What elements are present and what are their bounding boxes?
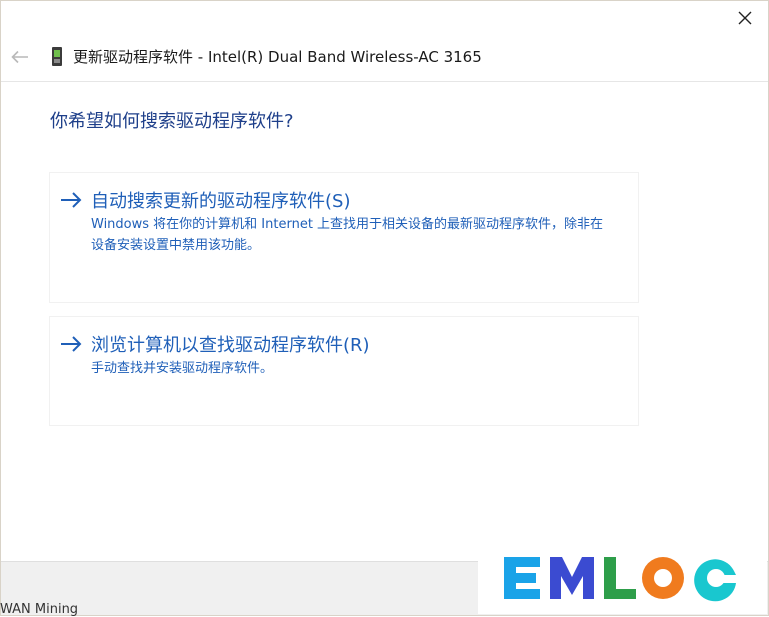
close-button[interactable] <box>734 7 756 29</box>
update-driver-dialog: 更新驱动程序软件 - Intel(R) Dual Band Wireless-A… <box>0 0 769 616</box>
browse-computer-option[interactable]: 浏览计算机以查找驱动程序软件(R) 手动查找并安装驱动程序软件。 <box>49 316 639 426</box>
option-title: 浏览计算机以查找驱动程序软件(R) <box>91 335 370 356</box>
back-button[interactable] <box>10 47 30 67</box>
arrow-right-icon <box>61 336 82 352</box>
option-description: 手动查找并安装驱动程序软件。 <box>91 361 274 376</box>
auto-search-option[interactable]: 自动搜索更新的驱动程序软件(S) Windows 将在你的计算机和 Intern… <box>49 172 639 303</box>
arrow-right-icon <box>61 192 82 208</box>
dialog-header: 更新驱动程序软件 - Intel(R) Dual Band Wireless-A… <box>1 37 768 82</box>
emlog-watermark <box>478 548 767 614</box>
window-title: 更新驱动程序软件 - Intel(R) Dual Band Wireless-A… <box>73 48 482 66</box>
back-arrow-icon <box>11 50 28 64</box>
close-icon <box>738 11 752 25</box>
option-description: Windows 将在你的计算机和 Internet 上查找用于相关设备的最新驱动… <box>91 217 604 253</box>
background-window-text: WAN Mining <box>0 602 79 617</box>
emlog-logo-icon <box>504 557 736 602</box>
option-title: 自动搜索更新的驱动程序软件(S) <box>91 191 351 212</box>
page-heading: 你希望如何搜索驱动程序软件? <box>50 111 294 132</box>
network-adapter-icon <box>52 47 62 66</box>
